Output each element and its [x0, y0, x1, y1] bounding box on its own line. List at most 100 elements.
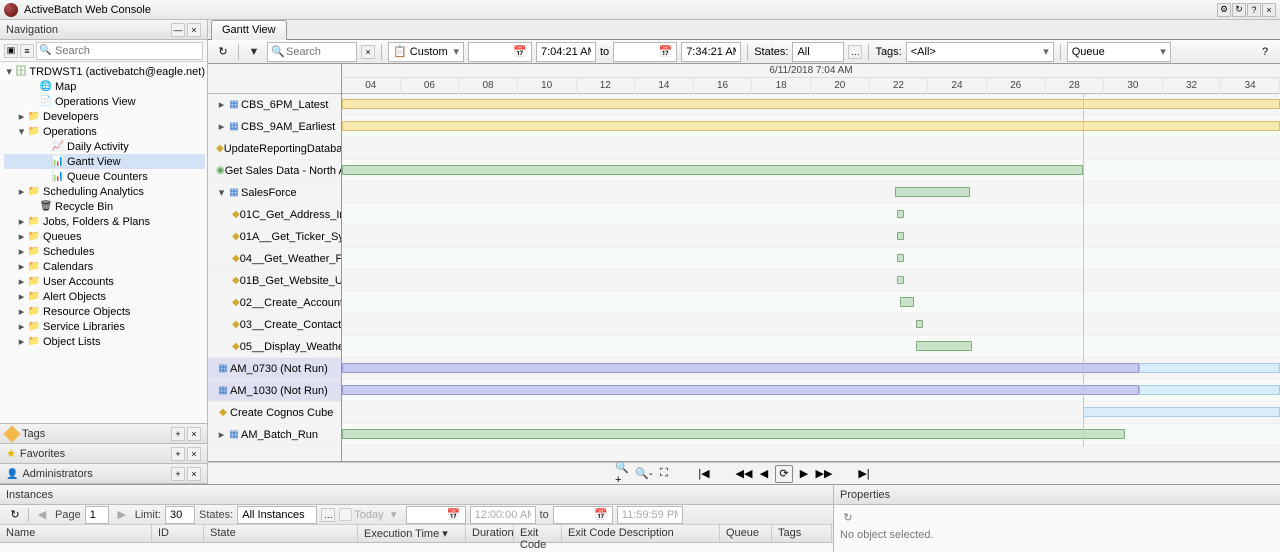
tree-item[interactable]: ▸📁Service Libraries [4, 319, 205, 334]
gantt-bar[interactable] [342, 165, 1083, 175]
properties-refresh-button[interactable]: ↻ [840, 509, 856, 525]
administrators-close-button[interactable]: × [187, 467, 201, 481]
instances-to-time[interactable] [617, 506, 683, 524]
instances-column-header[interactable]: Exit Code [514, 525, 562, 542]
gantt-bar[interactable] [897, 254, 904, 262]
instances-states-combo[interactable]: All Instances [237, 506, 317, 524]
instances-column-header[interactable]: Duration [466, 525, 514, 542]
gantt-bar[interactable] [342, 99, 1280, 109]
gantt-bar[interactable] [897, 210, 904, 218]
gantt-row-label[interactable]: ▦AM_0730 (Not Run) [208, 358, 341, 380]
play-button[interactable]: ⟳ [775, 465, 793, 483]
queue-combo[interactable]: Queue▾ [1067, 42, 1171, 62]
tree-item[interactable]: ▸📁Queues [4, 229, 205, 244]
nav-search-input[interactable] [36, 42, 203, 60]
window-settings-icon[interactable]: ⚙ [1217, 3, 1231, 17]
favorites-close-button[interactable]: × [187, 447, 201, 461]
nav-new-button[interactable]: ▣ [4, 44, 18, 58]
instances-from-date[interactable]: 📅 [406, 506, 466, 524]
gantt-bar[interactable] [342, 121, 1280, 131]
nav-tree-button[interactable]: ≡ [20, 44, 34, 58]
tree-item[interactable]: 🗑Recycle Bin [4, 199, 205, 214]
gantt-row-label[interactable]: ◆02__Create_Account [208, 292, 341, 314]
instances-page-input[interactable] [85, 506, 109, 524]
instances-limit-input[interactable] [165, 506, 195, 524]
tree-item[interactable]: ▸📁Resource Objects [4, 304, 205, 319]
fast-prev-button[interactable]: ◀◀ [735, 465, 753, 483]
tree-item[interactable]: 📊Gantt View [4, 154, 205, 169]
tags-add-button[interactable]: + [171, 427, 185, 441]
tree-item[interactable]: ▸📁Scheduling Analytics [4, 184, 205, 199]
instances-to-date[interactable]: 📅 [553, 506, 613, 524]
fast-next-button[interactable]: ▶▶ [815, 465, 833, 483]
gantt-row-label[interactable]: ▸▦CBS_9AM_Earliest [208, 116, 341, 138]
instances-today-checkbox[interactable] [339, 508, 352, 521]
gantt-bar[interactable] [900, 297, 914, 307]
gantt-row-label[interactable]: ◆04__Get_Weather_Forecast [208, 248, 341, 270]
tree-item[interactable]: ▸📁User Accounts [4, 274, 205, 289]
gantt-row-label[interactable]: ◆UpdateReportingDatabase [208, 138, 341, 160]
range-type-combo[interactable]: 📋 Custom▾ [388, 42, 464, 62]
gantt-row-label[interactable]: ◆01C_Get_Address_Info [208, 204, 341, 226]
gantt-bar[interactable] [1139, 385, 1280, 395]
tree-item[interactable]: 🌐Map [4, 79, 205, 94]
instances-refresh-button[interactable]: ↻ [6, 506, 24, 524]
instances-column-header[interactable]: Execution Time ▾ [358, 525, 466, 542]
states-combo[interactable]: All [792, 42, 844, 62]
window-close-icon[interactable]: × [1262, 3, 1276, 17]
tree-root[interactable]: ▾🗄TRDWST1 (activebatch@eagle.net) [4, 64, 205, 79]
administrators-add-button[interactable]: + [171, 467, 185, 481]
gantt-bar[interactable] [342, 385, 1139, 395]
from-time-input[interactable] [536, 42, 596, 62]
to-date-combo[interactable]: 📅 [613, 42, 677, 62]
tree-item[interactable]: 📄Operations View [4, 94, 205, 109]
instances-column-header[interactable]: ID [152, 525, 204, 542]
instances-column-header[interactable]: Exit Code Description [562, 525, 720, 542]
to-time-input[interactable] [681, 42, 741, 62]
toolbar-help-button[interactable]: ? [1256, 43, 1274, 61]
gantt-row-label[interactable]: ◉Get Sales Data - North America [208, 160, 341, 182]
gantt-bar[interactable] [342, 363, 1139, 373]
tags-close-button[interactable]: × [187, 427, 201, 441]
favorites-add-button[interactable]: + [171, 447, 185, 461]
states-more-button[interactable]: … [848, 45, 862, 59]
gantt-row-label[interactable]: ◆01B_Get_Website_URL [208, 270, 341, 292]
prev-button[interactable]: ◀ [755, 465, 773, 483]
gantt-row-label[interactable]: ◆03__Create_Contact [208, 314, 341, 336]
refresh-button[interactable]: ↻ [214, 43, 232, 61]
instances-column-header[interactable]: State [204, 525, 358, 542]
gantt-row-label[interactable]: ◆01A__Get_Ticker_Symbol [208, 226, 341, 248]
nav-minimize-button[interactable]: — [171, 23, 185, 37]
tab-gantt-view[interactable]: Gantt View [211, 20, 287, 40]
gantt-bar[interactable] [897, 276, 904, 284]
gantt-row-label[interactable]: ▸▦CBS_6PM_Latest [208, 94, 341, 116]
gantt-row-label[interactable]: ▸▦AM_Batch_Run [208, 424, 341, 446]
tree-item[interactable]: ▸📁Developers [4, 109, 205, 124]
tags-combo[interactable]: <All>▾ [906, 42, 1054, 62]
gantt-bar[interactable] [1139, 363, 1280, 373]
go-end-button[interactable]: ▶| [855, 465, 873, 483]
nav-close-button[interactable]: × [187, 23, 201, 37]
filter-button[interactable]: ▼ [245, 43, 263, 61]
instances-from-time[interactable] [470, 506, 536, 524]
zoom-in-button[interactable]: 🔍+ [615, 465, 633, 483]
window-help-icon[interactable]: ? [1247, 3, 1261, 17]
gantt-row-label[interactable]: ▾▦SalesForce [208, 182, 341, 204]
tree-item[interactable]: 📈Daily Activity [4, 139, 205, 154]
instances-column-header[interactable]: Queue [720, 525, 772, 542]
instances-column-header[interactable]: Name [0, 525, 152, 542]
gantt-row-label[interactable]: ▦AM_1030 (Not Run) [208, 380, 341, 402]
instances-column-header[interactable]: Tags [772, 525, 832, 542]
go-start-button[interactable]: |◀ [695, 465, 713, 483]
toolbar-clear-button[interactable]: × [361, 45, 375, 59]
gantt-bar[interactable] [916, 320, 923, 328]
instances-next-page[interactable]: ▶ [113, 506, 131, 524]
gantt-row-label[interactable]: ◆Create Cognos Cube [208, 402, 341, 424]
tree-item[interactable]: ▸📁Calendars [4, 259, 205, 274]
gantt-bar[interactable] [916, 341, 972, 351]
window-refresh-icon[interactable]: ↻ [1232, 3, 1246, 17]
tree-item[interactable]: ▸📁Alert Objects [4, 289, 205, 304]
gantt-row-label[interactable]: ◆05__Display_Weather [208, 336, 341, 358]
gantt-bar[interactable] [895, 187, 970, 197]
tree-item[interactable]: 📊Queue Counters [4, 169, 205, 184]
